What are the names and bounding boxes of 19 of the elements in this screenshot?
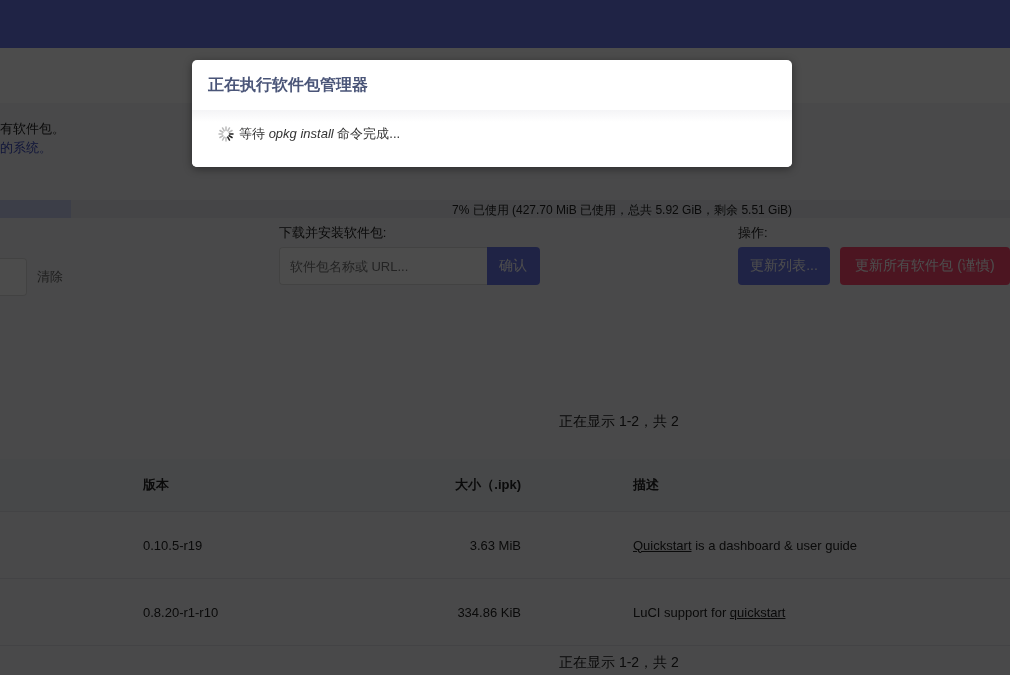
size-cell: 334.86 KiB (457, 604, 521, 620)
intro-text: 有软件包。 (0, 121, 65, 136)
version-cell: 0.8.20-r1-r10 (143, 604, 219, 620)
description-text: Quickstart is a dashboard & user guide (633, 537, 857, 553)
pagination-info: 正在显示 1-2，共 2 (559, 654, 679, 670)
actions-label: 操作: (738, 224, 769, 242)
column-header: 描述 (633, 477, 659, 492)
version-cell: 0.10.5-r19 (143, 537, 203, 553)
column-header: 大小（.ipk) (455, 477, 521, 492)
package-link[interactable]: quickstart (729, 604, 786, 620)
package-link[interactable]: Quickstart (633, 537, 692, 553)
dialog-title: 正在执行软件包管理器 (208, 74, 368, 95)
column-header: 版本 (143, 477, 169, 492)
description-text: LuCI support for quickstart (633, 604, 786, 620)
status-message: 等待 opkg install 命令完成... (239, 125, 401, 143)
size-cell: 3.63 MiB (469, 537, 521, 553)
spinner-icon (218, 126, 234, 142)
install-label: 下载并安装软件包: (278, 224, 388, 242)
pagination-info: 正在显示 1-2，共 2 (559, 413, 679, 429)
